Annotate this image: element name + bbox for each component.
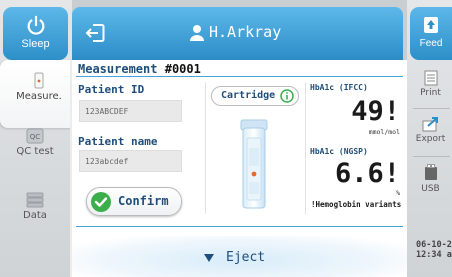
hemoglobin-variants-note: !Hemoglobin variants [311, 200, 402, 209]
clock: 06-10-20 12:34 a [416, 240, 452, 260]
cartridge-button[interactable]: Cartridge [211, 86, 299, 106]
info-icon [280, 89, 294, 103]
patient-name-label: Patient name [78, 135, 158, 148]
print-icon [424, 70, 437, 86]
patient-id-field[interactable]: 123ABCDEF [79, 100, 182, 122]
tab-data[interactable]: Data [0, 180, 70, 248]
header-bar: H.Arkray [72, 7, 403, 60]
measurement-title: Measurement #0001 [78, 62, 201, 76]
clock-time: 12:34 a [416, 250, 452, 260]
column-divider [305, 82, 306, 214]
feed-label: Feed [419, 38, 443, 49]
ifcc-result: 49! [351, 96, 400, 127]
svg-text:QC: QC [30, 133, 41, 141]
cartridge-label: Cartridge [221, 90, 276, 101]
usb-button[interactable]: USB [409, 158, 452, 210]
patient-name-field[interactable]: 123abcdef [79, 150, 182, 172]
confirm-label: Confirm [118, 194, 169, 208]
measurement-panel: Measurement #0001 Patient ID 123ABCDEF P… [70, 60, 407, 277]
usb-icon [424, 164, 437, 180]
check-icon [91, 192, 111, 212]
clock-date: 06-10-20 [416, 240, 452, 250]
feed-button[interactable]: Feed [410, 7, 452, 60]
confirm-button[interactable]: Confirm [86, 187, 182, 216]
eject-button[interactable]: Eject [199, 249, 287, 269]
right-divider [413, 156, 450, 157]
data-icon [26, 192, 44, 208]
export-icon [422, 117, 438, 132]
right-divider [413, 108, 450, 109]
tab-data-label: Data [23, 210, 47, 221]
measurement-title-prefix: Measurement [78, 62, 158, 76]
measurement-number: #0001 [164, 62, 201, 76]
ifcc-unit: mmol/mol [368, 128, 400, 136]
feed-icon [424, 17, 438, 33]
right-sidebar: Feed Print Export USB [407, 0, 452, 277]
sleep-label: Sleep [21, 38, 50, 50]
patient-id-label: Patient ID [78, 83, 145, 96]
export-label: Export [415, 134, 446, 144]
left-sidebar: Sleep Measure. QC QC test Data [0, 0, 78, 277]
tab-qc-label: QC test [16, 146, 54, 157]
sleep-button[interactable]: Sleep [3, 7, 68, 60]
tab-measure-label: Measure. [16, 91, 62, 102]
tab-qc-test[interactable]: QC QC test [0, 116, 70, 184]
ngsp-unit: % [396, 189, 400, 197]
cartridge-image [240, 119, 268, 209]
ngsp-label: HbA1c (NGSP) [310, 147, 368, 156]
title-divider [76, 76, 403, 77]
ngsp-result: 6.6! [334, 158, 400, 189]
usb-label: USB [421, 184, 440, 194]
logout-icon[interactable] [84, 22, 106, 44]
user-name: H.Arkray [209, 23, 282, 41]
print-label: Print [420, 88, 441, 98]
eject-arrow-icon [204, 254, 214, 262]
bottom-divider [76, 226, 403, 227]
measure-icon [34, 72, 44, 89]
power-icon [27, 15, 44, 35]
ifcc-label: HbA1c (IFCC) [310, 83, 368, 92]
eject-label: Eject [226, 250, 266, 265]
export-button[interactable]: Export [409, 110, 452, 162]
user-icon [190, 25, 204, 41]
qc-icon: QC [26, 128, 44, 144]
column-divider [205, 82, 206, 214]
